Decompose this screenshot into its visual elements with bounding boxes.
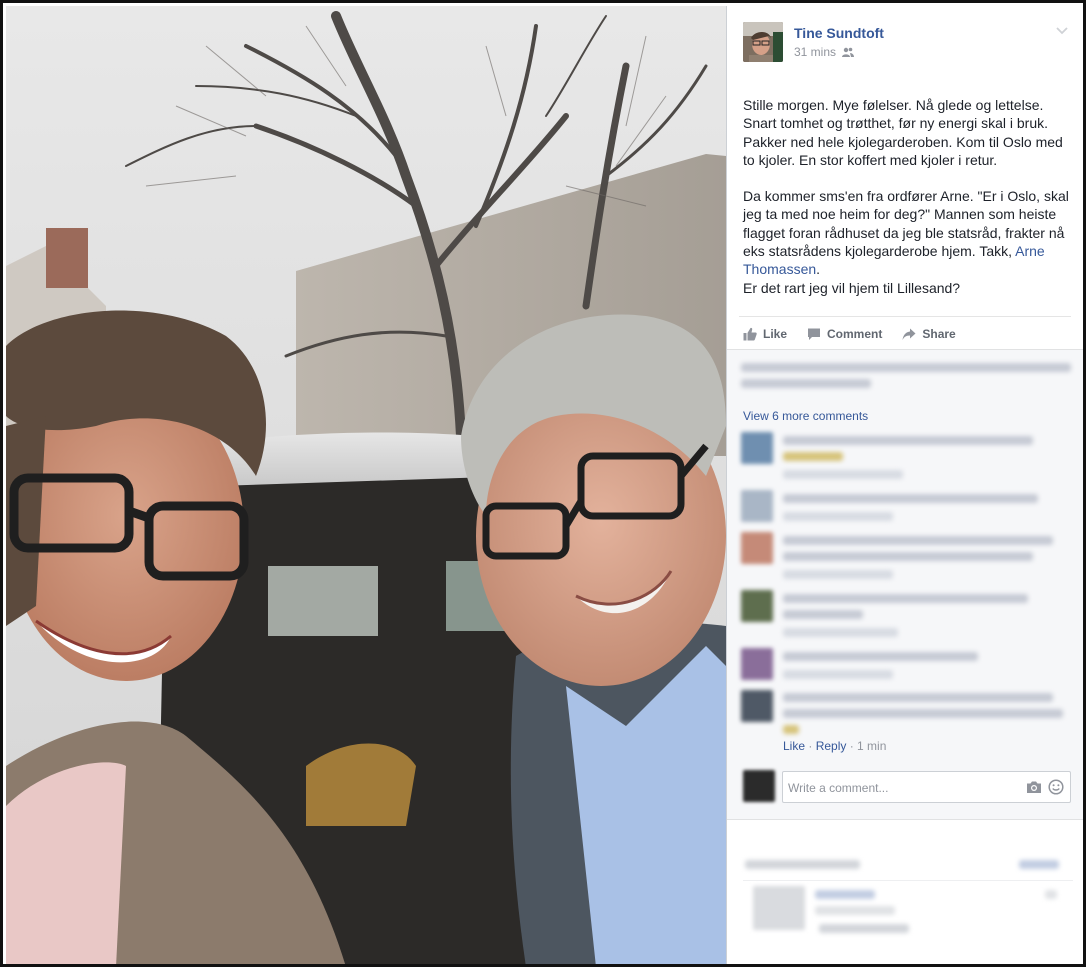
blurred-comment-line (741, 379, 871, 388)
blurred-comment-line (741, 363, 1071, 372)
post-sidebar: Tine Sundtoft 31 mins Stille morgen. Mye… (726, 6, 1083, 964)
like-button[interactable]: Like (743, 327, 787, 341)
blurred-comment-line (783, 494, 1038, 503)
blurred-comment-line (783, 670, 893, 679)
commenter-avatar[interactable] (741, 532, 773, 564)
post-meta: 31 mins (794, 45, 855, 59)
post-photo[interactable] (6, 6, 726, 964)
comment-button[interactable]: Comment (807, 327, 882, 341)
post-paragraph-1: Stille morgen. Mye følelser. Nå glede og… (743, 97, 1063, 168)
blurred-comment-line (783, 552, 1033, 561)
commenter-avatar[interactable] (741, 690, 773, 722)
share-label: Share (922, 326, 956, 341)
view-more-comments-link[interactable]: View 6 more comments (743, 409, 868, 423)
comment-input-placeholder: Write a comment... (788, 781, 889, 795)
commenter-avatar[interactable] (741, 432, 773, 464)
blurred-comment-line (783, 725, 799, 734)
chevron-down-icon[interactable] (1055, 26, 1069, 36)
comment-reply-link[interactable]: Reply (816, 739, 847, 753)
post-timestamp[interactable]: 31 mins (794, 45, 836, 59)
friends-icon[interactable] (842, 47, 855, 57)
comment-icon (808, 328, 821, 340)
comment-action-separator: · (846, 739, 858, 753)
blurred-comment-line (783, 452, 843, 461)
blurred-comment-line (783, 693, 1053, 702)
commenter-avatar[interactable] (741, 590, 773, 622)
blurred-comment-line (783, 652, 978, 661)
blurred-card-line (745, 860, 860, 869)
comment-label: Comment (827, 326, 883, 341)
post-paragraph-3: Er det rart jeg vil hjem til Lillesand? (743, 279, 961, 296)
author-name-link[interactable]: Tine Sundtoft (794, 25, 884, 41)
comment-timestamp[interactable]: 1 min (857, 739, 886, 753)
blurred-card-image (753, 886, 805, 930)
blurred-comment-line (783, 610, 863, 619)
comment-composer: Write a comment... (727, 760, 1083, 820)
share-button[interactable]: Share (902, 326, 956, 341)
blurred-card-line (1019, 860, 1059, 869)
comment-actions: Like · Reply · 1 min (783, 739, 886, 753)
blurred-comment-line (783, 512, 893, 521)
blurred-comment-line (783, 436, 1033, 445)
post-paragraph-2-end: . (816, 261, 821, 278)
commenter-avatar[interactable] (741, 490, 773, 522)
blurred-comment-line (783, 594, 1028, 603)
blurred-comment-line (783, 628, 898, 637)
share-arrow-icon (902, 328, 916, 340)
viewer-avatar (743, 770, 775, 802)
blurred-comment-line (783, 536, 1053, 545)
author-avatar[interactable] (743, 22, 783, 62)
post-body: Stille morgen. Mye følelser. Nå glede og… (743, 96, 1073, 315)
post-paragraph-2: Da kommer sms'en fra ordfører Arne. "Er … (743, 187, 1073, 278)
selfie-image (6, 6, 726, 964)
blurred-comment-line (783, 709, 1063, 718)
comments-section: View 6 more comments Like · Reply · 1 mi… (727, 349, 1083, 820)
screenshot-frame: Tine Sundtoft 31 mins Stille morgen. Mye… (0, 0, 1086, 967)
comment-action-separator: · (805, 739, 816, 753)
thumbs-up-icon (743, 327, 757, 340)
camera-icon[interactable] (1026, 780, 1042, 794)
blurred-card-line (1045, 890, 1057, 899)
blurred-comment-line (783, 570, 893, 579)
post-actions: Like Comment Share (739, 316, 1071, 350)
author-avatar-image (743, 22, 783, 62)
commenter-avatar[interactable] (741, 648, 773, 680)
blurred-card-line (819, 924, 909, 933)
like-label: Like (763, 326, 788, 341)
card-divider (743, 880, 1073, 881)
comment-input[interactable]: Write a comment... (782, 771, 1071, 803)
blurred-sidebar-card (727, 819, 1083, 964)
blurred-comment-line (783, 470, 903, 479)
post-header: Tine Sundtoft 31 mins (743, 22, 1073, 66)
emoji-icon[interactable] (1048, 779, 1064, 795)
blurred-card-line (815, 906, 895, 915)
blurred-card-line (815, 890, 875, 899)
comment-like-link[interactable]: Like (783, 739, 805, 753)
